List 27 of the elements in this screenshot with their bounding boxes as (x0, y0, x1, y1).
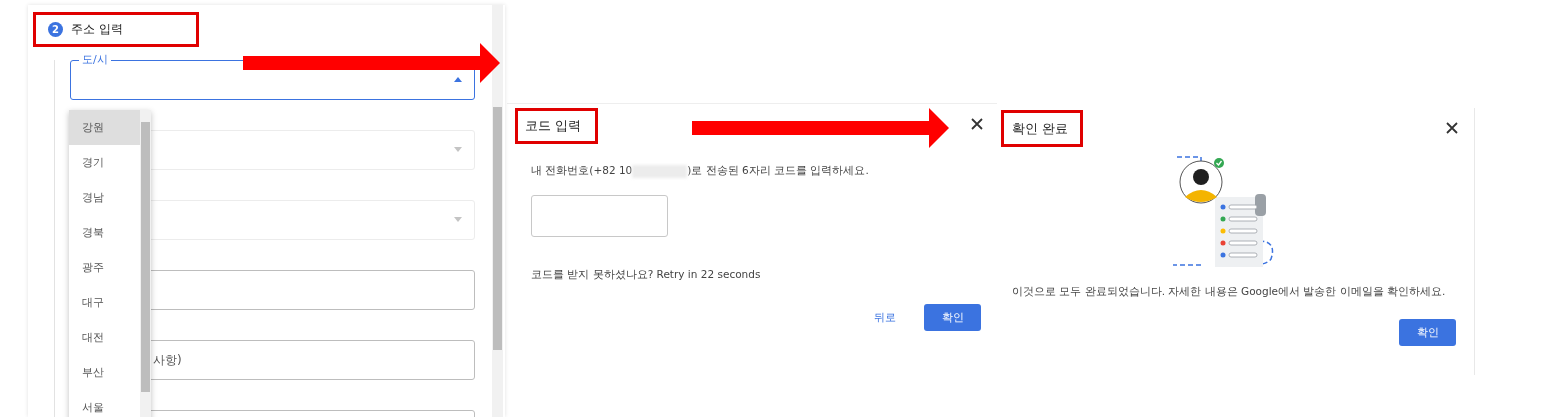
dropdown-option[interactable]: 강원 (69, 110, 140, 145)
step-badge: 2 (48, 22, 63, 37)
dialog-title: 코드 입력 (525, 117, 582, 135)
confirm-button[interactable]: 확인 (924, 304, 981, 331)
caret-icon (454, 147, 462, 152)
back-button[interactable]: 뒤로 (870, 306, 900, 329)
code-input-field[interactable] (531, 195, 668, 237)
dropdown-option[interactable]: 광주 (69, 250, 140, 285)
field-label: 도/시 (79, 53, 111, 66)
close-icon[interactable] (971, 118, 983, 130)
confirm-button[interactable]: 확인 (1399, 319, 1456, 346)
scrollbar[interactable] (140, 110, 151, 417)
caret-icon (454, 217, 462, 222)
instruction-text: 내 전화번호(+82 10 (531, 164, 633, 178)
dropdown-option[interactable]: 경남 (69, 180, 140, 215)
dropdown-option[interactable]: 경기 (69, 145, 140, 180)
close-icon[interactable] (1446, 121, 1458, 134)
instruction-text: )로 전송된 6자리 코드를 입력하세요. (687, 164, 869, 178)
retry-text: 코드를 받지 못하셨나요? Retry in 22 seconds (531, 268, 762, 282)
dropdown-option[interactable]: 경북 (69, 215, 140, 250)
completion-message: 이것으로 모두 완료되었습니다. 자세한 내용은 Google에서 발송한 이메일을 확인하세요. (1012, 285, 1447, 299)
scrollbar[interactable] (492, 5, 503, 417)
dropdown-option[interactable]: 서울 (69, 390, 140, 417)
caret-icon (454, 77, 462, 82)
dropdown-option[interactable]: 대구 (69, 285, 140, 320)
section-title: 주소 입력 (71, 21, 123, 38)
dialog-title: 확인 완료 (1012, 119, 1069, 138)
